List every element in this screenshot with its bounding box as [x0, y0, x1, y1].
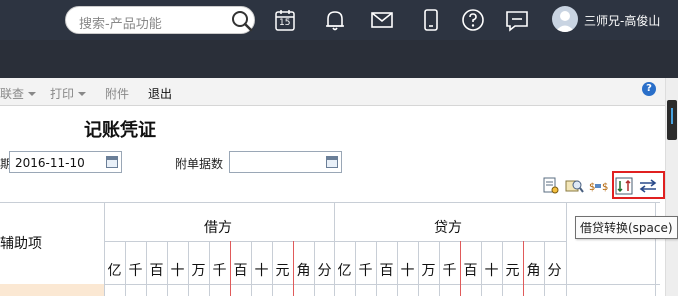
chevron-down-icon [78, 92, 87, 96]
user-name[interactable]: 三师兄-高俊山 [584, 12, 660, 29]
voucher-toolbar: 联查 打印 附件 退出 [0, 78, 665, 106]
debit-digit-1: 千 [128, 263, 143, 279]
preview-icon[interactable] [541, 176, 561, 196]
toolbar-item-linkquery[interactable]: 联查 [0, 85, 37, 102]
calendar-day: 15 [279, 18, 291, 28]
credit-digit-8: 元 [505, 263, 520, 279]
calendar-picker-icon[interactable] [106, 156, 118, 168]
calendar-icon[interactable]: 15 [272, 7, 298, 33]
search-doc-icon[interactable] [564, 176, 584, 196]
credit-digit-10: 分 [547, 263, 562, 279]
currency-convert-icon[interactable]: $ $ [589, 176, 609, 196]
help-icon[interactable]: ? [642, 82, 656, 96]
calendar-picker-icon[interactable] [326, 156, 338, 168]
help-circle-icon[interactable] [460, 7, 486, 33]
svg-text:$: $ [602, 182, 608, 193]
attachments-field[interactable] [229, 151, 342, 173]
debit-header: 借方 [204, 220, 232, 236]
top-header: 搜索-产品功能 15 三师兄-高俊山 [0, 0, 678, 40]
message-icon[interactable] [504, 7, 530, 33]
credit-digit-3: 十 [400, 263, 415, 279]
table-rule [104, 202, 105, 296]
date-value: 2016-11-10 [15, 156, 85, 170]
credit-digit-1: 千 [358, 263, 373, 279]
search-input[interactable]: 搜索-产品功能 [79, 13, 162, 32]
toolbar-label: 打印 [50, 87, 75, 101]
scroll-handle[interactable] [667, 100, 677, 140]
bell-icon[interactable] [322, 7, 348, 33]
mail-icon[interactable] [369, 7, 395, 33]
entry-table: 辅助项 借方 贷方 亿千百十万千百十元角分亿千百十万千百十元角分 [0, 202, 660, 296]
credit-digit-9: 角 [526, 263, 541, 279]
table-rule [334, 202, 335, 296]
debit-digit-4: 万 [191, 263, 206, 279]
svg-text:$: $ [589, 182, 595, 193]
toolbar-item-exit[interactable]: 退出 [148, 85, 172, 102]
mobile-icon[interactable] [418, 7, 444, 33]
toolbar-label: 联查 [0, 87, 25, 101]
date-field[interactable]: 2016-11-10 [9, 151, 122, 173]
attachments-label: 附单据数 [175, 157, 224, 171]
chevron-down-icon [28, 92, 37, 96]
selected-row[interactable] [0, 284, 104, 296]
search-icon[interactable] [231, 10, 253, 32]
toolbar-item-attachment[interactable]: 附件 [105, 85, 129, 102]
header-band [0, 40, 678, 78]
toolbar-item-print[interactable]: 打印 [50, 85, 87, 102]
debit-digit-8: 元 [275, 263, 290, 279]
avatar-icon[interactable] [552, 6, 578, 32]
credit-header: 贷方 [434, 220, 462, 236]
aux-header: 辅助项 [0, 236, 42, 252]
tooltip: 借贷转换(space) [575, 216, 678, 239]
credit-digit-4: 万 [421, 263, 436, 279]
credit-digit-2: 百 [379, 263, 394, 279]
highlight-box [612, 171, 665, 199]
debit-digit-5: 千 [212, 263, 227, 279]
page-title: 记账凭证 [84, 120, 156, 141]
credit-digit-7: 十 [484, 263, 499, 279]
table-rule [566, 202, 567, 296]
credit-digit-5: 千 [442, 263, 457, 279]
debit-digit-9: 角 [296, 263, 311, 279]
credit-digit-6: 百 [463, 263, 478, 279]
debit-digit-3: 十 [170, 263, 185, 279]
credit-digit-0: 亿 [337, 263, 352, 279]
debit-digit-7: 十 [254, 263, 269, 279]
debit-digit-6: 百 [233, 263, 248, 279]
search-box[interactable]: 搜索-产品功能 [65, 6, 255, 34]
table-rule [104, 241, 566, 242]
table-rule [0, 202, 660, 203]
debit-digit-2: 百 [149, 263, 164, 279]
debit-digit-0: 亿 [107, 263, 122, 279]
